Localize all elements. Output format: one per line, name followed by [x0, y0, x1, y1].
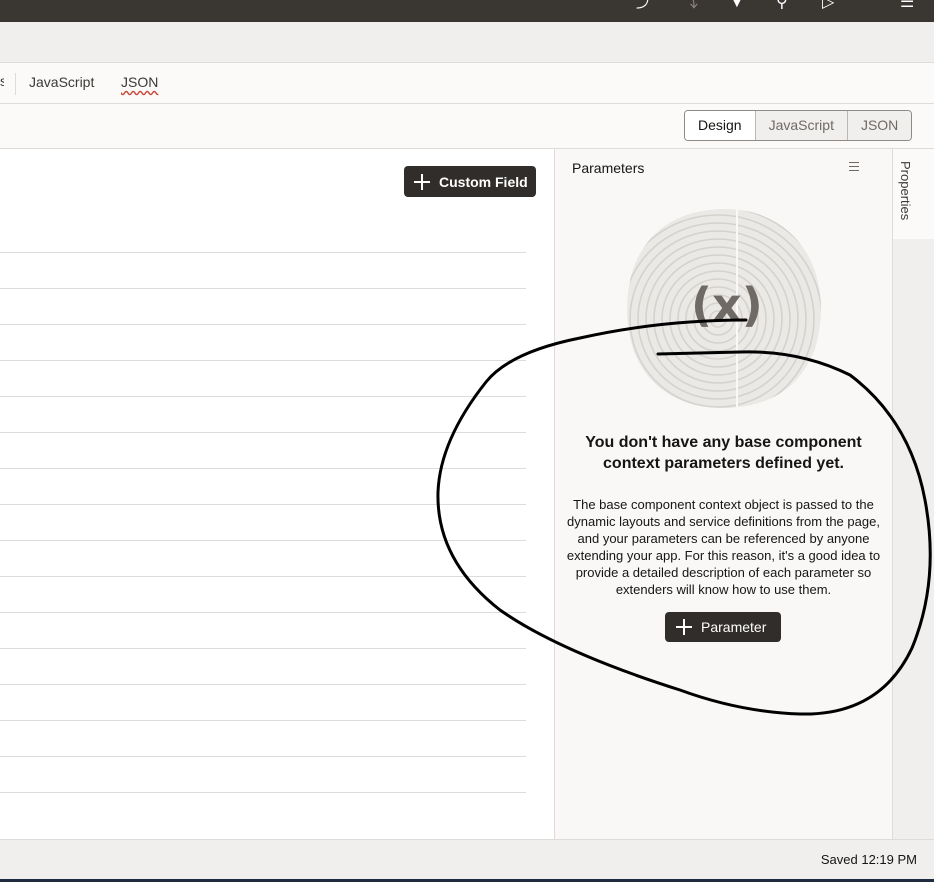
parameters-panel: Parameters (x) You don't have any base c… — [555, 149, 892, 839]
list-row-divider — [0, 648, 526, 649]
design-view-button[interactable]: Design — [685, 111, 755, 140]
custom-field-label: Custom Field — [439, 173, 528, 190]
empty-state-description: The base component context object is pas… — [566, 497, 881, 597]
parameter-label: Parameter — [701, 619, 767, 635]
list-row-divider — [0, 324, 526, 325]
tab-divider — [15, 73, 16, 95]
status-bar: Saved 12:19 PM — [0, 839, 934, 879]
tab-truncated[interactable]: s — [0, 73, 4, 87]
empty-state-title: You don't have any base component contex… — [585, 434, 862, 472]
hamburger-menu-icon[interactable] — [849, 161, 859, 171]
add-custom-field-button[interactable]: Custom Field — [404, 166, 536, 197]
view-mode-toggle: Design JavaScript JSON — [684, 110, 913, 141]
add-parameter-button[interactable]: Parameter — [665, 612, 781, 642]
list-row-divider — [0, 720, 526, 721]
tab-json[interactable]: JSON — [121, 74, 158, 90]
list-row-divider — [0, 468, 526, 469]
list-row-divider — [0, 612, 526, 613]
list-row-divider — [0, 252, 526, 253]
list-row-divider — [0, 432, 526, 433]
hamburger-menu-icon[interactable]: ☰ — [900, 0, 914, 11]
design-canvas: Custom Field — [0, 149, 555, 839]
list-row-divider — [0, 756, 526, 757]
panel-title: Parameters — [572, 160, 645, 176]
list-row-divider — [0, 288, 526, 289]
list-row-divider — [0, 684, 526, 685]
redo-icon[interactable]: ⤵ — [682, 0, 698, 11]
list-row-divider — [0, 540, 526, 541]
json-view-button[interactable]: JSON — [846, 111, 912, 140]
saved-status: Saved 12:19 PM — [820, 852, 917, 867]
list-row-divider — [0, 360, 526, 361]
sub-header — [0, 22, 934, 63]
tab-javascript[interactable]: JavaScript — [29, 74, 94, 90]
search-icon[interactable]: ⚲ — [776, 0, 788, 11]
app-header: ⤴ ⤵ ▼ ⚲ ▷ ☰ — [0, 0, 934, 22]
list-row-divider — [0, 792, 526, 793]
plus-icon — [675, 618, 693, 636]
javascript-view-button[interactable]: JavaScript — [754, 111, 847, 140]
undo-icon[interactable]: ⤴ — [636, 0, 652, 11]
tab-properties[interactable]: Properties — [893, 149, 934, 239]
properties-label: Properties — [898, 161, 913, 221]
empty-state-illustration: (x) — [627, 209, 821, 408]
list-row-divider — [0, 576, 526, 577]
run-icon[interactable]: ▷ — [822, 0, 834, 11]
variable-glyph: (x) — [691, 278, 763, 332]
properties-sidebar: Properties — [892, 149, 934, 839]
list-row-divider — [0, 396, 526, 397]
view-toolbar: Design JavaScript JSON — [0, 104, 934, 149]
plus-icon — [413, 173, 431, 191]
download-icon[interactable]: ▼ — [729, 0, 745, 11]
editor-tabs: s JavaScript JSON — [0, 63, 934, 104]
list-row-divider — [0, 504, 526, 505]
